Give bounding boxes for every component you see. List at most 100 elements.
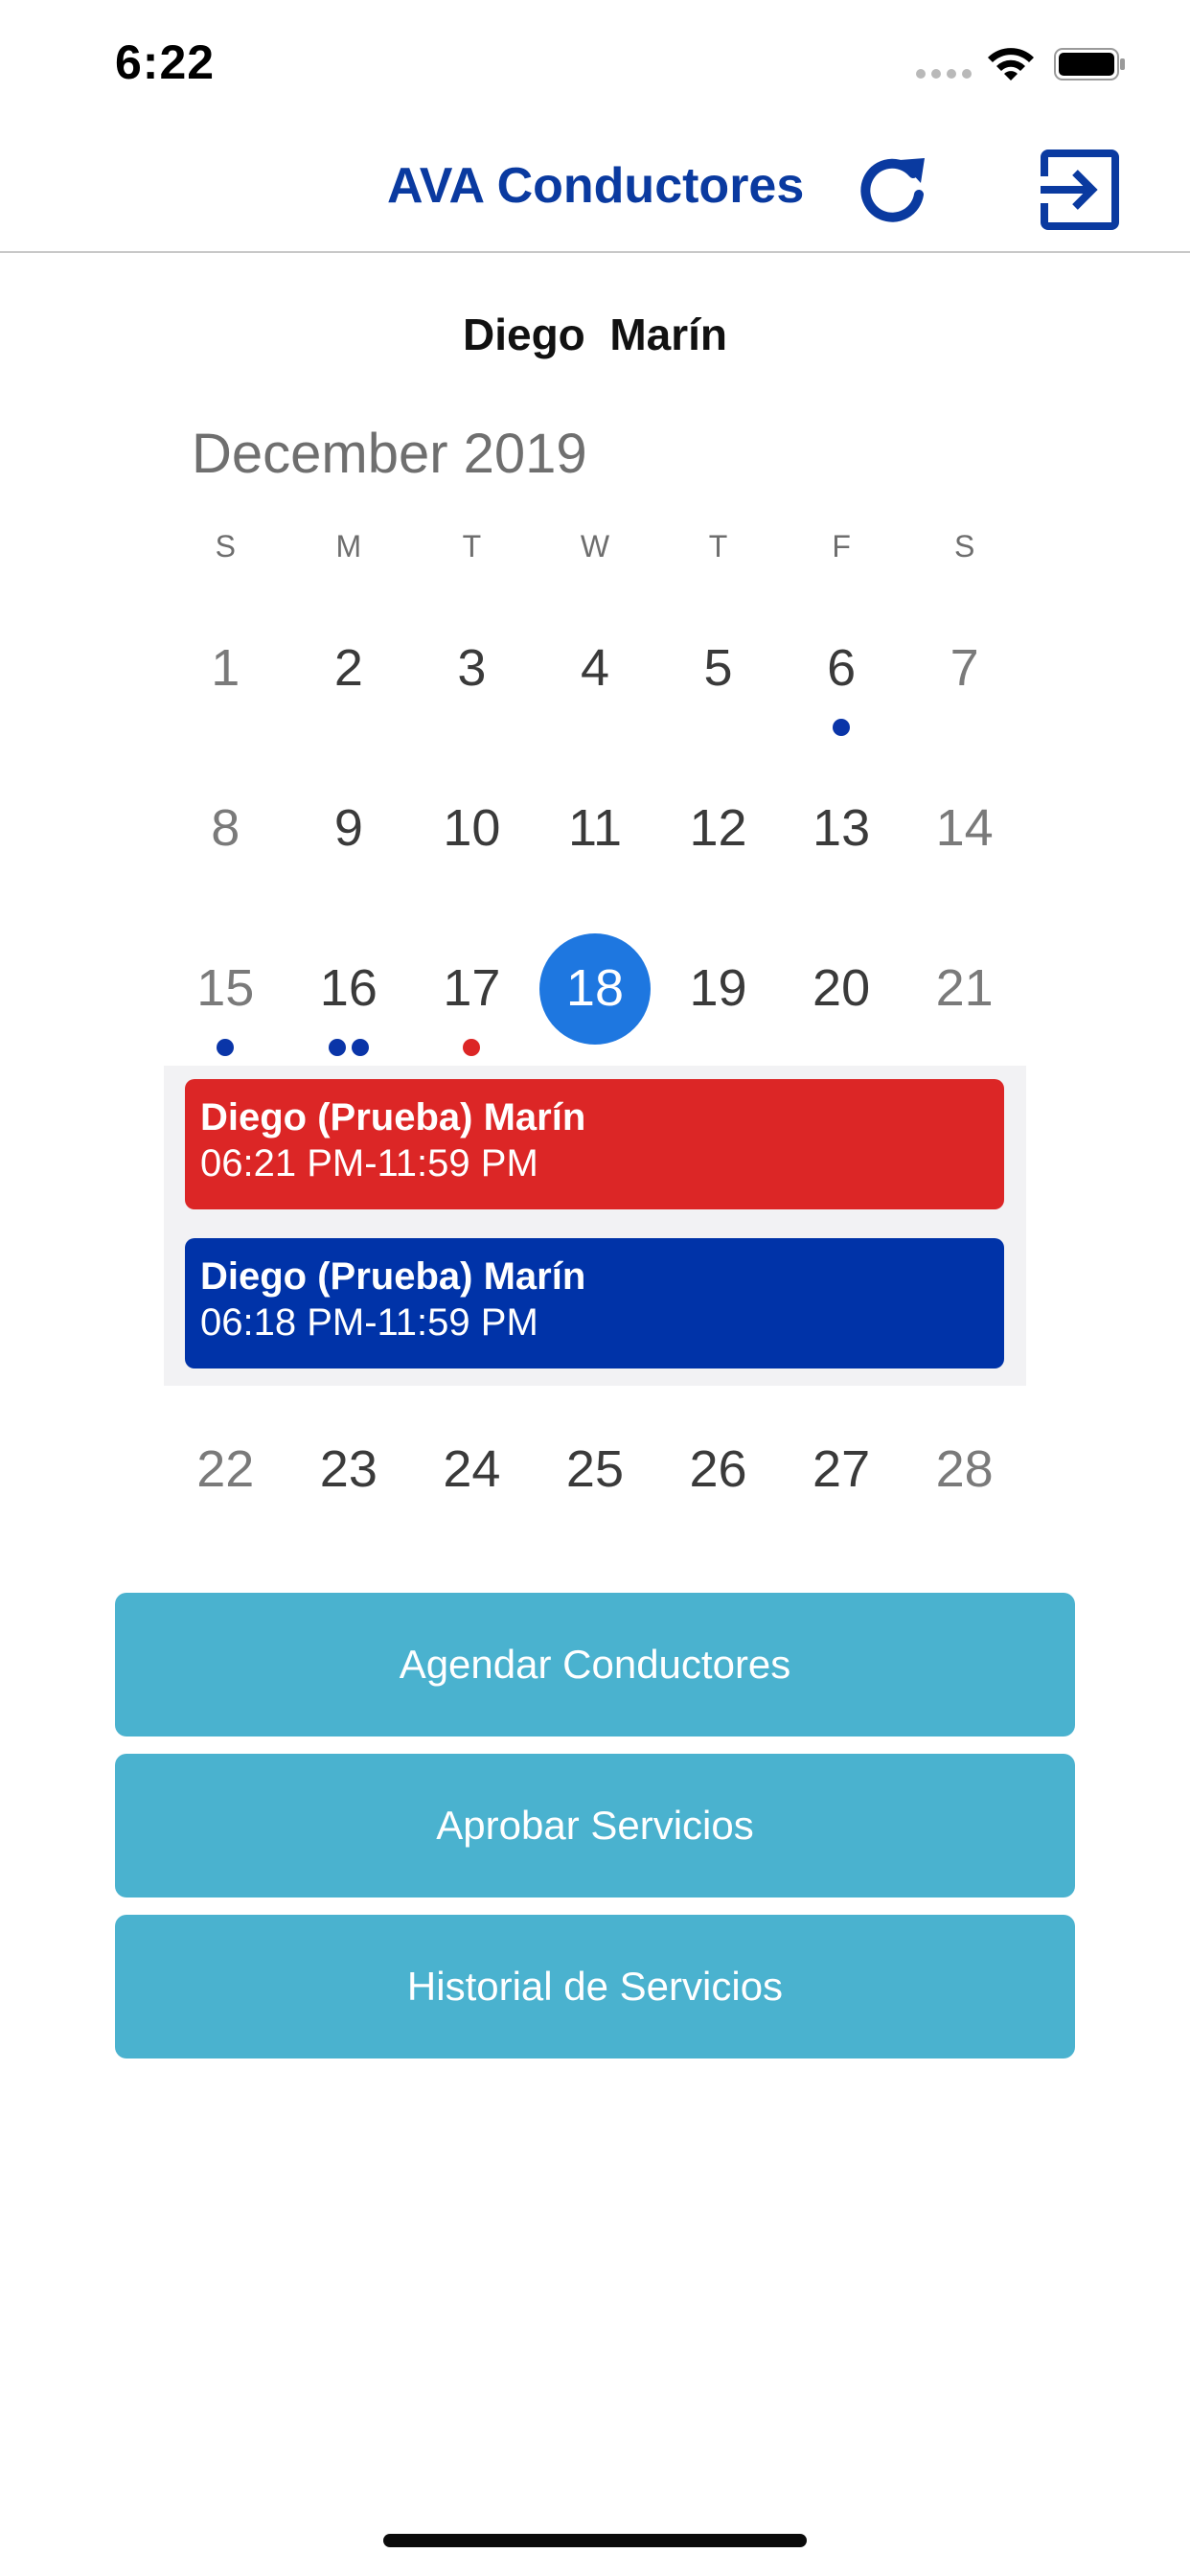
calendar-day[interactable]: 23	[287, 1395, 411, 1539]
calendar-day[interactable]: 27	[780, 1395, 904, 1539]
calendar-day[interactable]: 9	[287, 754, 411, 898]
approve-services-button[interactable]: Aprobar Servicios	[115, 1754, 1075, 1898]
day-number: 7	[950, 639, 979, 697]
calendar-day[interactable]: 1	[164, 594, 287, 738]
day-number: 26	[689, 1440, 747, 1498]
day-number: 9	[333, 799, 363, 857]
event-dot	[463, 1039, 481, 1056]
day-number: 17	[443, 959, 501, 1017]
day-number: 28	[935, 1440, 994, 1498]
battery-icon	[1054, 48, 1125, 80]
calendar-day[interactable]: 24	[410, 1395, 534, 1539]
event-name: Diego (Prueba) Marín	[200, 1255, 586, 1298]
event-time: 06:21 PM-11:59 PM	[200, 1142, 538, 1184]
user-name: Diego Marín	[462, 310, 728, 359]
calendar-day[interactable]: 7	[903, 594, 1026, 738]
weekday-header: S M T W T F S	[164, 529, 1026, 567]
calendar-day[interactable]: 20	[780, 914, 904, 1058]
calendar-week: 1 2 3 4 5 6 7	[164, 594, 1026, 738]
calendar-day[interactable]: 4	[534, 594, 657, 738]
day-events-panel: Diego (Prueba) Marín 06:21 PM-11:59 PM D…	[164, 1066, 1026, 1386]
day-number: 25	[565, 1440, 624, 1498]
event-card[interactable]: Diego (Prueba) Marín 06:18 PM-11:59 PM	[185, 1238, 1004, 1368]
day-number: 18	[565, 959, 624, 1017]
calendar-week: 22 23 24 25 26 27 28	[164, 1395, 1026, 1539]
day-number: 20	[812, 959, 871, 1017]
home-indicator[interactable]	[383, 2534, 807, 2547]
day-number: 14	[935, 799, 994, 857]
weekday-label: F	[832, 529, 851, 564]
calendar-day[interactable]: 16	[287, 914, 411, 1058]
calendar-day[interactable]: 12	[656, 754, 780, 898]
weekday-label: S	[953, 529, 975, 564]
event-indicator	[287, 1039, 411, 1056]
day-number: 21	[935, 959, 994, 1017]
day-number: 4	[580, 639, 609, 697]
calendar-day[interactable]: 13	[780, 754, 904, 898]
logout-button[interactable]	[1035, 146, 1123, 234]
event-dot	[351, 1039, 369, 1056]
nav-bar: AVA Conductores	[0, 126, 1190, 253]
refresh-icon	[860, 158, 925, 222]
calendar-day[interactable]: 6	[780, 594, 904, 738]
calendar-day[interactable]: 28	[903, 1395, 1026, 1539]
event-time: 06:18 PM-11:59 PM	[200, 1301, 538, 1344]
day-number: 24	[443, 1440, 501, 1498]
calendar-day[interactable]: 26	[656, 1395, 780, 1539]
logout-icon	[1041, 150, 1119, 230]
day-number: 13	[812, 799, 871, 857]
status-bar: 6:22	[0, 0, 1190, 126]
calendar-day[interactable]: 11	[534, 754, 657, 898]
day-number: 22	[196, 1440, 255, 1498]
calendar-week: 8 9 10 11 12 13 14	[164, 754, 1026, 898]
day-number: 1	[211, 639, 240, 697]
day-number: 19	[689, 959, 747, 1017]
calendar-week: 15 16 17 18 19 20 21	[164, 914, 1026, 1058]
calendar-day[interactable]: 15	[164, 914, 287, 1058]
day-number: 5	[703, 639, 733, 697]
status-time: 6:22	[115, 35, 216, 89]
day-number: 15	[196, 959, 255, 1017]
event-card[interactable]: Diego (Prueba) Marín 06:21 PM-11:59 PM	[185, 1079, 1004, 1209]
refresh-button[interactable]	[851, 148, 937, 234]
event-name: Diego (Prueba) Marín	[200, 1096, 586, 1138]
day-number: 27	[812, 1440, 871, 1498]
weekday-label: S	[215, 529, 236, 564]
calendar-day[interactable]: 8	[164, 754, 287, 898]
weekday-label: M	[335, 529, 362, 564]
weekday-label: T	[462, 529, 482, 564]
month-title: December 2019	[192, 423, 587, 485]
weekday-label: W	[580, 529, 610, 564]
event-indicator	[780, 719, 904, 736]
app-title: AVA Conductores	[387, 158, 805, 214]
calendar-day[interactable]: 5	[656, 594, 780, 738]
day-number: 10	[443, 799, 501, 857]
day-number: 3	[457, 639, 487, 697]
calendar-day[interactable]: 3	[410, 594, 534, 738]
calendar-day[interactable]: 22	[164, 1395, 287, 1539]
event-indicator	[410, 1039, 534, 1056]
day-number: 2	[333, 639, 363, 697]
schedule-drivers-button[interactable]: Agendar Conductores	[115, 1593, 1075, 1736]
weekday-label: T	[708, 529, 728, 564]
day-number: 6	[827, 639, 857, 697]
signal-icon	[916, 69, 972, 79]
day-number: 11	[567, 799, 622, 857]
day-number: 23	[319, 1440, 378, 1498]
calendar-day[interactable]: 19	[656, 914, 780, 1058]
wifi-icon	[988, 48, 1034, 80]
calendar-day[interactable]: 25	[534, 1395, 657, 1539]
day-number: 16	[319, 959, 378, 1017]
service-history-button[interactable]: Historial de Servicios	[115, 1915, 1075, 2058]
day-number: 12	[689, 799, 747, 857]
calendar-day[interactable]: 21	[903, 914, 1026, 1058]
calendar-day[interactable]: 2	[287, 594, 411, 738]
calendar-day-selected[interactable]: 18	[534, 914, 657, 1058]
event-indicator	[164, 1039, 287, 1056]
calendar-day[interactable]: 10	[410, 754, 534, 898]
calendar-day[interactable]: 17	[410, 914, 534, 1058]
calendar-day[interactable]: 14	[903, 754, 1026, 898]
event-dot	[217, 1039, 235, 1056]
day-number: 8	[211, 799, 240, 857]
event-dot	[833, 719, 851, 736]
